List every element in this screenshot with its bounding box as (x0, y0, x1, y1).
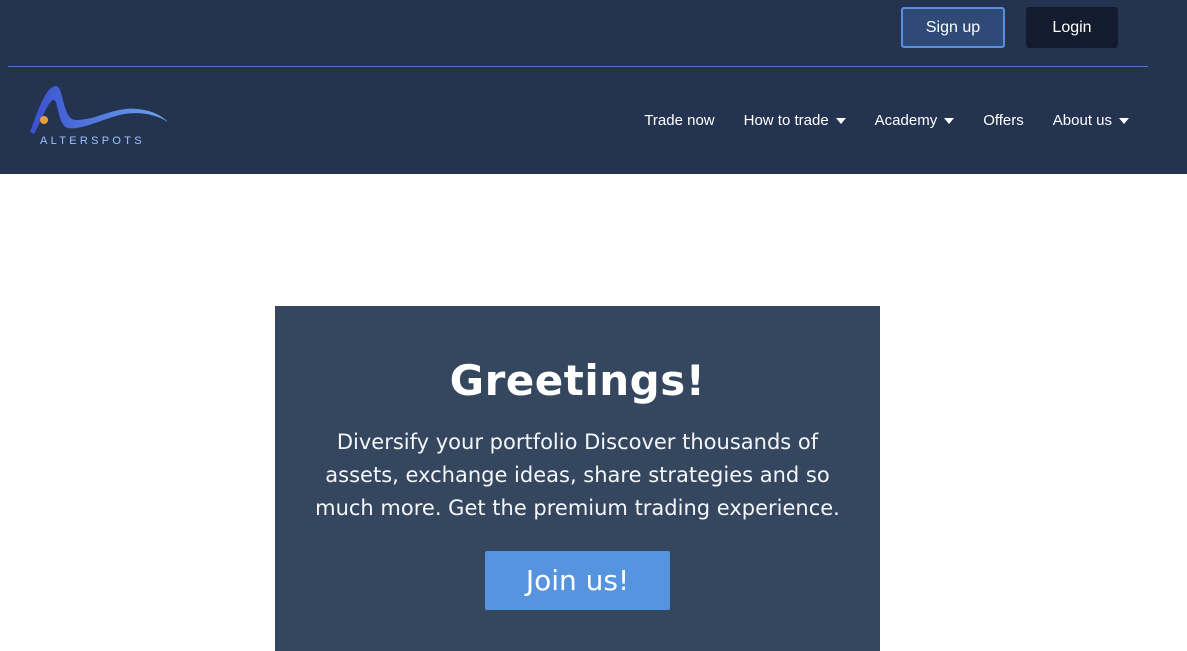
signup-button[interactable]: Sign up (901, 7, 1005, 48)
alterspots-logo-icon (30, 86, 168, 134)
caret-down-icon (1119, 118, 1129, 124)
nav-academy[interactable]: Academy (875, 108, 955, 132)
nav-trade-now[interactable]: Trade now (644, 108, 714, 132)
caret-down-icon (835, 118, 846, 124)
site-header: Sign up Login ALTERSPOTS Trade now How t… (0, 0, 1187, 174)
nav-offers-label: Offers (983, 111, 1024, 129)
header-divider (8, 66, 1148, 67)
nav-about-us[interactable]: About us (1053, 108, 1129, 132)
nav-how-to-trade-label: How to trade (743, 111, 829, 129)
main-nav: Trade now How to trade Academy Offers Ab… (615, 108, 1129, 132)
greeting-card: Greetings! Diversify your portfolio Disc… (275, 306, 880, 651)
logo-wordmark: ALTERSPOTS (40, 135, 145, 147)
nav-about-us-label: About us (1052, 111, 1112, 129)
greeting-description: Diversify your portfolio Discover thousa… (315, 430, 840, 520)
caret-down-icon (944, 118, 955, 124)
nav-trade-now-label: Trade now (644, 111, 715, 129)
site-logo[interactable]: ALTERSPOTS (24, 80, 172, 152)
nav-academy-label: Academy (874, 111, 938, 129)
greeting-title: Greetings! (449, 356, 706, 405)
login-button[interactable]: Login (1026, 7, 1118, 48)
nav-offers[interactable]: Offers (983, 108, 1024, 132)
join-us-button[interactable]: Join us! (485, 551, 670, 610)
nav-how-to-trade[interactable]: How to trade (744, 108, 846, 132)
